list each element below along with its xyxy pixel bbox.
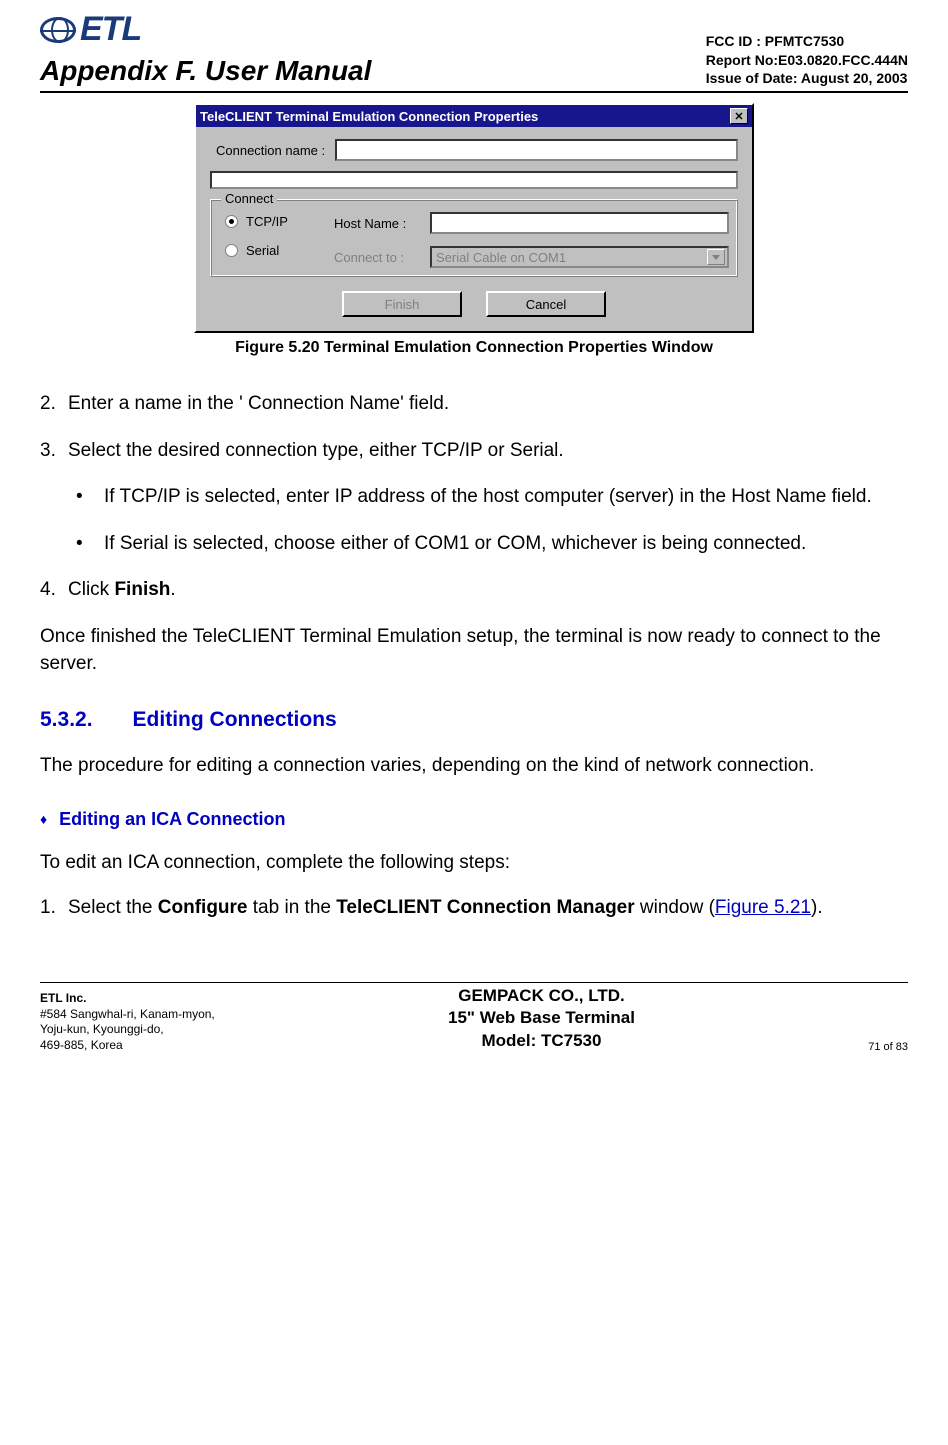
footer-company: ETL Inc. <box>40 991 215 1007</box>
page-number: 71 of 83 <box>868 1041 908 1053</box>
figure-link[interactable]: Figure 5.21 <box>715 897 811 918</box>
fcc-id: FCC ID : PFMTC7530 <box>706 32 908 50</box>
figure-image: TeleCLIENT Terminal Emulation Connection… <box>40 103 908 333</box>
radio-icon <box>225 244 238 257</box>
footer-address: ETL Inc. #584 Sangwhal-ri, Kanam-myon, Y… <box>40 991 215 1053</box>
connect-to-label: Connect to : <box>334 250 422 265</box>
connection-name-input[interactable] <box>335 139 738 161</box>
connect-fieldset: Connect TCP/IP Serial Host Name : <box>210 199 738 277</box>
dialog-button-row: Finish Cancel <box>210 291 738 317</box>
header-divider <box>40 91 908 93</box>
footer-product: GEMPACK CO., LTD. 15" Web Base Terminal … <box>448 985 635 1054</box>
step-text: Select the desired connection type, eith… <box>68 438 564 465</box>
diamond-icon: ♦ <box>40 810 47 830</box>
host-name-input[interactable] <box>430 212 729 234</box>
etl-logo: ETL <box>40 10 371 49</box>
dialog-titlebar: TeleCLIENT Terminal Emulation Connection… <box>196 105 752 127</box>
subsection-heading: ♦ Editing an ICA Connection <box>40 807 908 832</box>
footer-addr3: 469-885, Korea <box>40 1038 215 1054</box>
logo-text: ETL <box>80 10 141 49</box>
bullet-serial: • If Serial is selected, choose either o… <box>76 531 908 558</box>
bullet-text: If TCP/IP is selected, enter IP address … <box>104 484 872 511</box>
dialog-title: TeleCLIENT Terminal Emulation Connection… <box>200 109 538 124</box>
radio-group: TCP/IP Serial <box>219 210 334 262</box>
connect-legend: Connect <box>221 191 277 206</box>
paragraph-finished: Once finished the TeleCLIENT Terminal Em… <box>40 624 908 677</box>
dialog-window: TeleCLIENT Terminal Emulation Connection… <box>194 103 754 333</box>
section-title: Editing Connections <box>133 705 337 734</box>
progress-bar <box>210 171 738 189</box>
substep-1: 1. Select the Configure tab in the TeleC… <box>40 895 908 922</box>
connect-to-value: Serial Cable on COM1 <box>436 250 566 265</box>
serial-radio[interactable]: Serial <box>225 243 334 258</box>
connection-name-row: Connection name : <box>210 139 738 161</box>
logo-block: ETL Appendix F. User Manual <box>40 10 371 87</box>
step-text: Enter a name in the ' Connection Name' f… <box>68 391 449 418</box>
issue-date: Issue of Date: August 20, 2003 <box>706 69 908 87</box>
close-button[interactable]: ✕ <box>730 108 748 124</box>
host-name-row: Host Name : <box>334 212 729 234</box>
bullet-tcpip: • If TCP/IP is selected, enter IP addres… <box>76 484 908 511</box>
connect-to-combobox: Serial Cable on COM1 <box>430 246 729 268</box>
page-header: ETL Appendix F. User Manual FCC ID : PFM… <box>40 10 908 91</box>
footer-model: Model: TC7530 <box>448 1030 635 1053</box>
footer-terminal: 15" Web Base Terminal <box>448 1007 635 1030</box>
step-3: 3. Select the desired connection type, e… <box>40 438 908 465</box>
section-number: 5.3.2. <box>40 705 93 734</box>
page-footer: ETL Inc. #584 Sangwhal-ri, Kanam-myon, Y… <box>40 983 908 1054</box>
cancel-button[interactable]: Cancel <box>486 291 606 317</box>
body-content: 2. Enter a name in the ' Connection Name… <box>40 391 908 922</box>
section-intro: The procedure for editing a connection v… <box>40 753 908 780</box>
step-number: 2. <box>40 391 68 418</box>
radio-icon <box>225 215 238 228</box>
chevron-down-icon <box>712 255 720 260</box>
globe-icon <box>40 17 76 43</box>
subsection-intro: To edit an ICA connection, complete the … <box>40 850 908 877</box>
finish-button: Finish <box>342 291 462 317</box>
footer-addr2: Yoju-kun, Kyounggi-do, <box>40 1022 215 1038</box>
step-text: Select the Configure tab in the TeleCLIE… <box>68 895 823 922</box>
section-heading-5-3-2: 5.3.2. Editing Connections <box>40 705 908 734</box>
footer-gempack: GEMPACK CO., LTD. <box>448 985 635 1008</box>
bullet-text: If Serial is selected, choose either of … <box>104 531 806 558</box>
subsection-title: Editing an ICA Connection <box>59 807 285 832</box>
bullet-icon: • <box>76 484 104 511</box>
dropdown-button <box>707 249 725 265</box>
close-icon: ✕ <box>734 110 743 123</box>
step-number: 4. <box>40 577 68 604</box>
connection-name-label: Connection name : <box>210 143 335 158</box>
field-column: Host Name : Connect to : Serial Cable on… <box>334 210 729 268</box>
appendix-title: Appendix F. User Manual <box>40 55 371 87</box>
tcpip-radio[interactable]: TCP/IP <box>225 214 334 229</box>
dialog-body: Connection name : Connect TCP/IP Serial <box>196 127 752 331</box>
connect-to-row: Connect to : Serial Cable on COM1 <box>334 246 729 268</box>
step-number: 1. <box>40 895 68 922</box>
serial-radio-label: Serial <box>246 243 279 258</box>
host-name-label: Host Name : <box>334 216 422 231</box>
step-text: Click Finish. <box>68 577 176 604</box>
bullet-icon: • <box>76 531 104 558</box>
figure-caption: Figure 5.20 Terminal Emulation Connectio… <box>40 339 908 357</box>
doc-info: FCC ID : PFMTC7530 Report No:E03.0820.FC… <box>706 32 908 87</box>
report-no: Report No:E03.0820.FCC.444N <box>706 51 908 69</box>
step-4: 4. Click Finish. <box>40 577 908 604</box>
tcpip-radio-label: TCP/IP <box>246 214 288 229</box>
footer-addr1: #584 Sangwhal-ri, Kanam-myon, <box>40 1007 215 1023</box>
step-number: 3. <box>40 438 68 465</box>
step-2: 2. Enter a name in the ' Connection Name… <box>40 391 908 418</box>
